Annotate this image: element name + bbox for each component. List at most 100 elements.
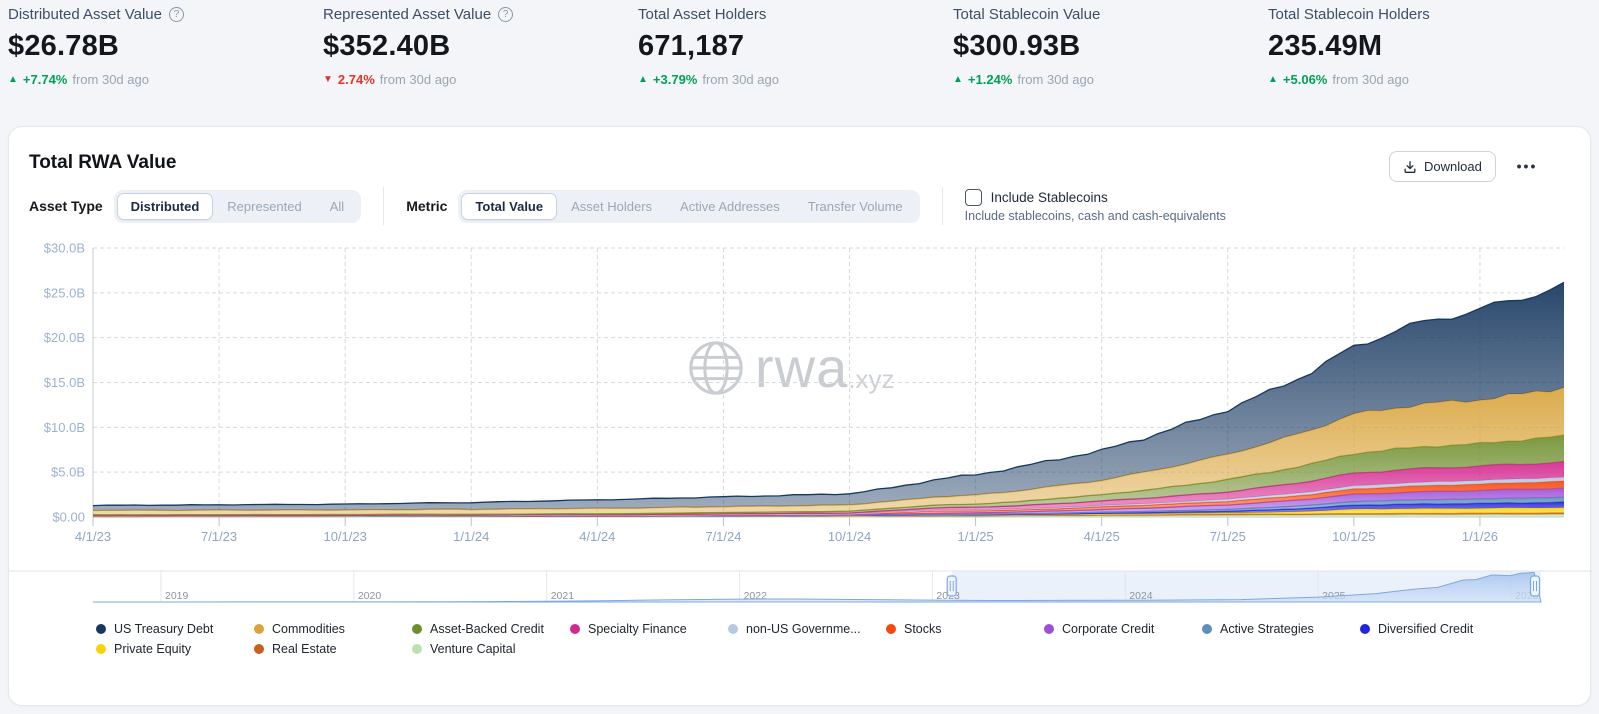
delta-period: from 30d ago <box>1017 72 1094 87</box>
metric-option-total-value[interactable]: Total Value <box>461 192 558 220</box>
legend-item-private-equity[interactable]: Private Equity <box>96 639 254 658</box>
brush-year-label: 2020 <box>358 590 382 602</box>
stat-value: $26.78B <box>8 30 120 62</box>
legend-label: Commodities <box>272 621 345 636</box>
legend-dot <box>412 623 422 634</box>
brush-handle-right[interactable] <box>1529 575 1541 597</box>
legend-item-stocks[interactable]: Stocks <box>886 619 1044 638</box>
stat-delta: ▼ 2.74% from 30d ago <box>323 72 638 87</box>
divider <box>941 187 943 225</box>
more-menu-button[interactable]: ••• <box>1509 149 1545 183</box>
delta-percent: 2.74% <box>337 72 375 87</box>
legend-item-specialty-finance[interactable]: Specialty Finance <box>570 619 728 638</box>
legend-dot <box>1044 623 1054 634</box>
delta-period: from 30d ago <box>379 72 457 87</box>
legend-dot <box>96 623 106 634</box>
delta-period: from 30d ago <box>72 72 149 87</box>
delta-percent: +5.06% <box>1282 72 1328 87</box>
stat-total-asset-holders: Total Asset Holders 671,187 ▲ +3.79% fro… <box>638 4 953 87</box>
x-axis-tick-label: 4/1/24 <box>579 529 615 544</box>
legend-label: Specialty Finance <box>588 621 687 636</box>
delta-arrow-icon: ▲ <box>953 74 963 85</box>
include-stablecoins-checkbox[interactable] <box>964 189 982 206</box>
asset-type-option-all[interactable]: All <box>316 193 358 220</box>
x-axis-tick-label: 7/1/25 <box>1210 529 1246 544</box>
y-axis-tick-label: $5.0B <box>51 465 85 480</box>
x-axis-tick-label: 7/1/23 <box>201 529 237 544</box>
legend-label: Stocks <box>904 621 942 636</box>
stat-value: 235.49M <box>1268 30 1383 62</box>
metric-segmented-control: Total Value Asset Holders Active Addresses… <box>458 189 920 223</box>
timeline-brush[interactable]: 20192020202120222023202420252026 <box>9 565 1592 609</box>
brush-handle-left[interactable] <box>946 575 957 597</box>
legend-item-diversified-credit[interactable]: Diversified Credit <box>1360 619 1518 638</box>
download-label: Download <box>1424 159 1482 174</box>
brush-year-label: 2019 <box>165 590 189 602</box>
legend-label: Corporate Credit <box>1062 621 1155 636</box>
x-axis-tick-label: 4/1/25 <box>1084 529 1120 544</box>
stat-represented-asset-value: Represented Asset Value ? $352.40B ▼ 2.7… <box>323 4 638 87</box>
metric-option-asset-holders[interactable]: Asset Holders <box>557 193 666 220</box>
metric-label: Metric <box>406 198 448 214</box>
legend-label: Real Estate <box>272 641 337 656</box>
stat-distributed-asset-value: Distributed Asset Value ? $26.78B ▲ +7.7… <box>8 4 323 87</box>
y-axis-tick-label: $10.0B <box>44 420 85 435</box>
legend-dot <box>1360 623 1370 634</box>
delta-percent: +1.24% <box>967 72 1013 87</box>
legend-label: Active Strategies <box>1220 621 1314 636</box>
delta-arrow-icon: ▲ <box>8 74 18 85</box>
rwa-value-stacked-area-chart[interactable]: $0.00 $5.0B $10.0B $15.0B $20.0B $25.0B $30.0B… <box>9 237 1592 559</box>
y-axis-tick-label: $30.0B <box>44 241 85 256</box>
legend-label: Venture Capital <box>430 641 516 656</box>
asset-type-option-represented[interactable]: Represented <box>213 193 315 220</box>
y-axis-tick-label: $0.00 <box>52 510 85 525</box>
asset-type-segmented-control: Distributed Represented All <box>113 189 362 223</box>
stat-label: Distributed Asset Value <box>8 6 162 23</box>
stat-label: Represented Asset Value <box>323 6 492 23</box>
x-axis-tick-label: 4/1/23 <box>75 529 111 544</box>
legend-item-real-estate[interactable]: Real Estate <box>254 639 412 658</box>
stat-total-stablecoin-holders: Total Stablecoin Holders 235.49M ▲ +5.06… <box>1268 4 1583 87</box>
legend-dot <box>412 643 422 654</box>
divider <box>383 187 385 225</box>
legend-item-commodities[interactable]: Commodities <box>254 619 412 638</box>
x-axis-tick-label: 10/1/25 <box>1332 529 1375 544</box>
chart-legend: US Treasury Debt Commodities Asset-Backed … <box>96 619 1518 658</box>
legend-dot <box>570 623 580 634</box>
metric-option-transfer-volume[interactable]: Transfer Volume <box>794 193 917 220</box>
legend-label: Private Equity <box>114 641 192 656</box>
delta-period: from 30d ago <box>1332 72 1409 87</box>
legend-dot <box>886 623 896 634</box>
help-icon[interactable]: ? <box>498 7 514 22</box>
legend-dot <box>254 623 264 634</box>
legend-item-asset-backed-credit[interactable]: Asset-Backed Credit <box>412 619 570 638</box>
legend-dot <box>254 643 264 654</box>
stat-total-stablecoin-value: Total Stablecoin Value $300.93B ▲ +1.24%… <box>953 4 1268 87</box>
asset-type-option-distributed[interactable]: Distributed <box>116 192 214 220</box>
legend-item-non-us-governme[interactable]: non-US Governme... <box>728 619 886 638</box>
legend-item-us-treasury-debt[interactable]: US Treasury Debt <box>96 619 254 638</box>
legend-item-corporate-credit[interactable]: Corporate Credit <box>1044 619 1202 638</box>
stat-label: Total Stablecoin Value <box>953 6 1101 23</box>
x-axis-tick-label: 1/1/25 <box>958 529 994 544</box>
include-stablecoins-control: Include Stablecoins Include stablecoins,… <box>964 189 1226 223</box>
delta-arrow-icon: ▲ <box>1268 74 1278 85</box>
stat-delta: ▲ +5.06% from 30d ago <box>1268 72 1583 87</box>
legend-item-active-strategies[interactable]: Active Strategies <box>1202 619 1360 638</box>
stat-label: Total Asset Holders <box>638 6 767 23</box>
delta-arrow-icon: ▼ <box>323 74 333 85</box>
stat-delta: ▲ +1.24% from 30d ago <box>953 72 1268 87</box>
legend-label: Asset-Backed Credit <box>430 621 544 636</box>
delta-arrow-icon: ▲ <box>638 74 648 85</box>
x-axis-tick-label: 10/1/24 <box>828 529 871 544</box>
x-axis-tick-label: 7/1/24 <box>705 529 741 544</box>
download-button[interactable]: Download <box>1389 151 1496 182</box>
chart-controls: Asset Type Distributed Represented All Met… <box>29 187 1226 225</box>
delta-percent: +3.79% <box>652 72 698 87</box>
total-rwa-value-card: Total RWA Value Download ••• Asset Type … <box>8 126 1592 706</box>
x-axis-tick-label: 1/1/24 <box>453 529 489 544</box>
x-axis-tick-label: 1/1/26 <box>1462 529 1498 544</box>
legend-item-venture-capital[interactable]: Venture Capital <box>412 639 570 658</box>
help-icon[interactable]: ? <box>168 7 184 22</box>
metric-option-active-addresses[interactable]: Active Addresses <box>666 193 794 220</box>
